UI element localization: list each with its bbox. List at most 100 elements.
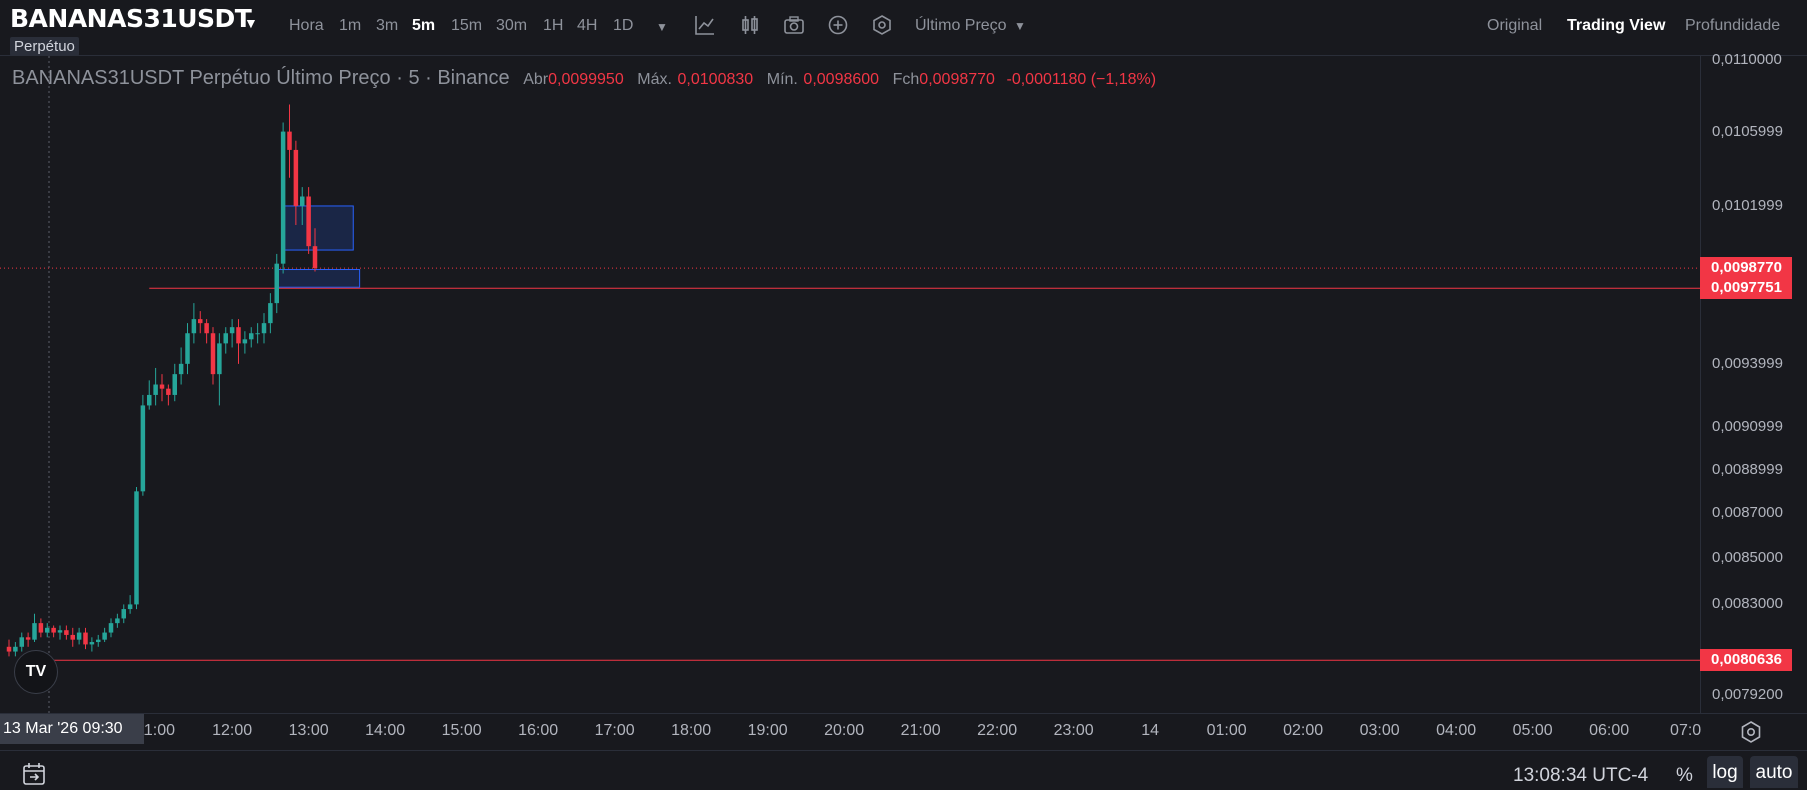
candle-body	[300, 196, 305, 206]
price-tick-label: 0,0093999	[1712, 354, 1783, 372]
timeframe-hora[interactable]: Hora	[289, 17, 324, 35]
time-tick-label: 06:00	[1589, 722, 1630, 739]
candle-body	[204, 323, 209, 334]
add-icon[interactable]	[827, 14, 849, 36]
view-trading-view[interactable]: Trading View	[1567, 17, 1665, 35]
percent-scale-toggle[interactable]: %	[1676, 765, 1693, 787]
candle-body	[134, 491, 139, 605]
candle-body	[166, 388, 171, 395]
candle-body	[261, 323, 267, 334]
candle-body	[96, 639, 101, 643]
time-tick-label: 01:00	[1206, 722, 1247, 739]
price-tick-label: 0,0105999	[1712, 122, 1783, 140]
candle-body	[76, 632, 82, 640]
candle-body	[198, 319, 203, 324]
timeframe-30m[interactable]: 30m	[496, 17, 527, 35]
time-tick-label: 17:00	[594, 722, 635, 739]
candle-body	[83, 632, 88, 645]
log-scale-toggle[interactable]: log	[1707, 756, 1743, 788]
timeframe-1m[interactable]: 1m	[339, 17, 361, 35]
candle-body	[115, 618, 120, 624]
price-chart[interactable]	[0, 56, 1700, 713]
time-tick-label: 20:00	[824, 722, 865, 739]
candle-body	[140, 405, 146, 492]
camera-icon[interactable]	[783, 14, 805, 36]
candle-body	[32, 623, 37, 640]
time-tick-label: 16:00	[518, 722, 559, 739]
zone-box-2	[276, 269, 361, 288]
candle-body	[242, 339, 248, 344]
candle-body	[268, 303, 273, 324]
candle-body	[38, 623, 44, 633]
candle-body	[153, 384, 158, 395]
clock[interactable]: 13:08:34 UTC-4	[1513, 765, 1648, 787]
settings-hex-icon[interactable]	[871, 14, 893, 36]
candle-body	[6, 646, 12, 652]
crosshair-date-label: 13 Mar '26 09:30	[0, 714, 144, 744]
price-tick-label: 0,0087000	[1712, 504, 1783, 522]
timeframe-15m[interactable]: 15m	[451, 17, 482, 35]
price-tick-label: 0,0079200	[1712, 686, 1783, 703]
view-original[interactable]: Original	[1487, 17, 1542, 35]
timeframe-5m[interactable]: 5m	[412, 17, 435, 35]
timeframe-1d[interactable]: 1D	[613, 17, 633, 35]
goto-date-icon[interactable]	[22, 761, 48, 787]
price-type-label: Último Preço	[915, 17, 1007, 34]
candle-body	[229, 327, 235, 334]
candle-body	[172, 374, 177, 395]
time-tick-label: 21:00	[900, 722, 941, 739]
time-axis-divider	[0, 713, 1807, 714]
candle-body	[185, 333, 190, 364]
price-tick-label: 0,0088999	[1712, 460, 1783, 478]
candle-body	[51, 627, 56, 633]
time-tick-label: 23:00	[1053, 722, 1094, 739]
time-tick-label: 13:00	[288, 722, 329, 739]
candle-body	[217, 343, 222, 375]
time-tick-label: 19:00	[747, 722, 788, 739]
price-tick-label: 0,0090999	[1712, 417, 1783, 435]
candle-body	[89, 642, 95, 645]
candle-body	[274, 263, 279, 304]
price-label: 0,0097751	[1700, 277, 1792, 300]
candle-body	[236, 327, 241, 344]
candle-body	[312, 246, 318, 269]
candle-body	[70, 634, 75, 640]
candle-body	[159, 384, 165, 389]
indicators-icon[interactable]	[694, 14, 716, 36]
chart-settings-icon[interactable]	[1739, 720, 1763, 744]
candle-body	[19, 637, 24, 647]
candle-body	[25, 637, 31, 640]
timeframe-3m[interactable]: 3m	[376, 17, 398, 35]
price-tick-label: 0,0110000	[1712, 51, 1782, 68]
time-tick-label: 15:00	[441, 722, 482, 739]
price-type-chevron-icon: ▼	[1014, 19, 1026, 33]
timeframe-4h[interactable]: 4H	[577, 17, 597, 35]
price-type-select[interactable]: Último Preço ▼	[915, 17, 1026, 35]
candle-type-icon[interactable]	[739, 14, 761, 36]
candle-body	[191, 319, 197, 334]
timeframe-more-icon[interactable]: ▼	[656, 20, 668, 34]
candle-body	[223, 333, 228, 344]
timeframe-1h[interactable]: 1H	[543, 17, 563, 35]
view-profundidade[interactable]: Profundidade	[1685, 17, 1780, 35]
time-tick-label: 12:00	[212, 722, 253, 739]
candle-body	[255, 333, 260, 335]
time-tick-label: 05:00	[1512, 722, 1553, 739]
price-label: 0,0098770	[1700, 257, 1792, 280]
time-tick-label: 02:00	[1283, 722, 1324, 739]
contract-type-badge: Perpétuo	[10, 37, 79, 56]
price-tick-label: 0,0101999	[1712, 196, 1783, 214]
candle-body	[210, 333, 216, 375]
price-tick-label: 0,0085000	[1712, 549, 1783, 567]
symbol-dropdown-icon[interactable]: ▼	[244, 15, 258, 31]
price-label: 0,0080636	[1700, 649, 1792, 672]
auto-scale-toggle[interactable]: auto	[1750, 756, 1798, 788]
candle-body	[121, 609, 126, 619]
time-tick-label: 03:00	[1359, 722, 1400, 739]
candle-body	[293, 149, 299, 206]
tradingview-logo[interactable]: TV	[14, 650, 58, 694]
time-tick-label: 14:00	[365, 722, 406, 739]
symbol-name[interactable]: BANANAS31USDT	[10, 4, 252, 33]
candle-body	[108, 623, 114, 633]
time-tick-label: 14	[1141, 722, 1160, 739]
